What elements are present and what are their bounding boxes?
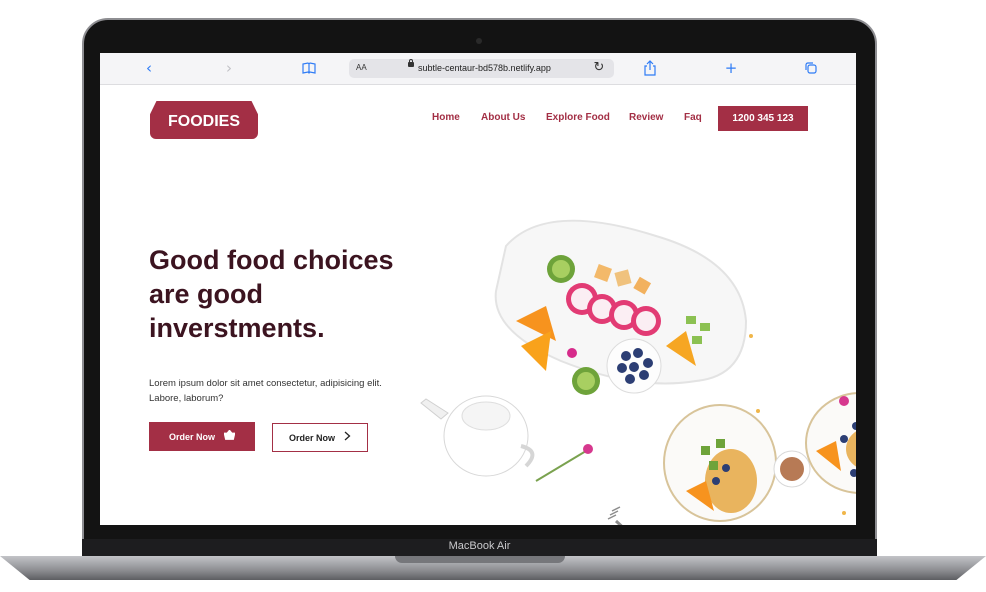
order-now-outline-button[interactable]: Order Now [272,423,368,452]
camera [476,38,482,44]
logo-text: FOODIES [167,113,240,130]
order-now-label: Order Now [168,431,215,442]
share-icon[interactable] [641,59,659,77]
browser-screen: ‹ › AA subtle-centaur-bd578b.netlify.app… [100,53,856,525]
back-icon[interactable]: ‹ [140,59,158,77]
nav-review[interactable]: Review [629,111,663,125]
chevron-right-icon [344,431,351,444]
url-text[interactable]: subtle-centaur-bd578b.netlify.app [418,61,551,75]
coffee-cup [773,450,811,488]
nav-home[interactable]: Home [432,111,460,125]
tabs-icon[interactable] [802,59,820,77]
berry-plate [805,392,856,494]
text-size-button[interactable]: AA [356,61,367,75]
new-tab-icon[interactable]: + [722,59,740,77]
laptop-notch [395,556,565,563]
device-label: MacBook Air [448,540,511,552]
nav-explore-food[interactable]: Explore Food [546,111,610,125]
nav-about-us[interactable]: About Us [481,111,525,125]
pancake-plate [663,404,777,522]
hero-body: Lorem ipsum dolor sit amet consectetur, … [149,378,382,404]
reload-icon[interactable]: ↻ [590,59,608,77]
forward-icon[interactable]: › [220,59,238,77]
bookmarks-icon[interactable] [300,59,318,77]
basket-icon [223,429,236,443]
fruit-platter [494,219,748,395]
flower-sprig [535,444,593,482]
order-now-outline-label: Order Now [288,432,335,443]
hero-food-image [420,219,856,525]
lock-icon [408,59,414,67]
nav-faq[interactable]: Faq [684,111,702,125]
browser-toolbar: ‹ › AA subtle-centaur-bd578b.netlify.app… [100,53,856,85]
phone-button[interactable]: 1200 345 123 [718,106,808,131]
order-now-button[interactable]: Order Now [149,422,255,451]
teapot [420,395,535,477]
hero-headline: Good food choices are good inverstments. [149,245,394,343]
